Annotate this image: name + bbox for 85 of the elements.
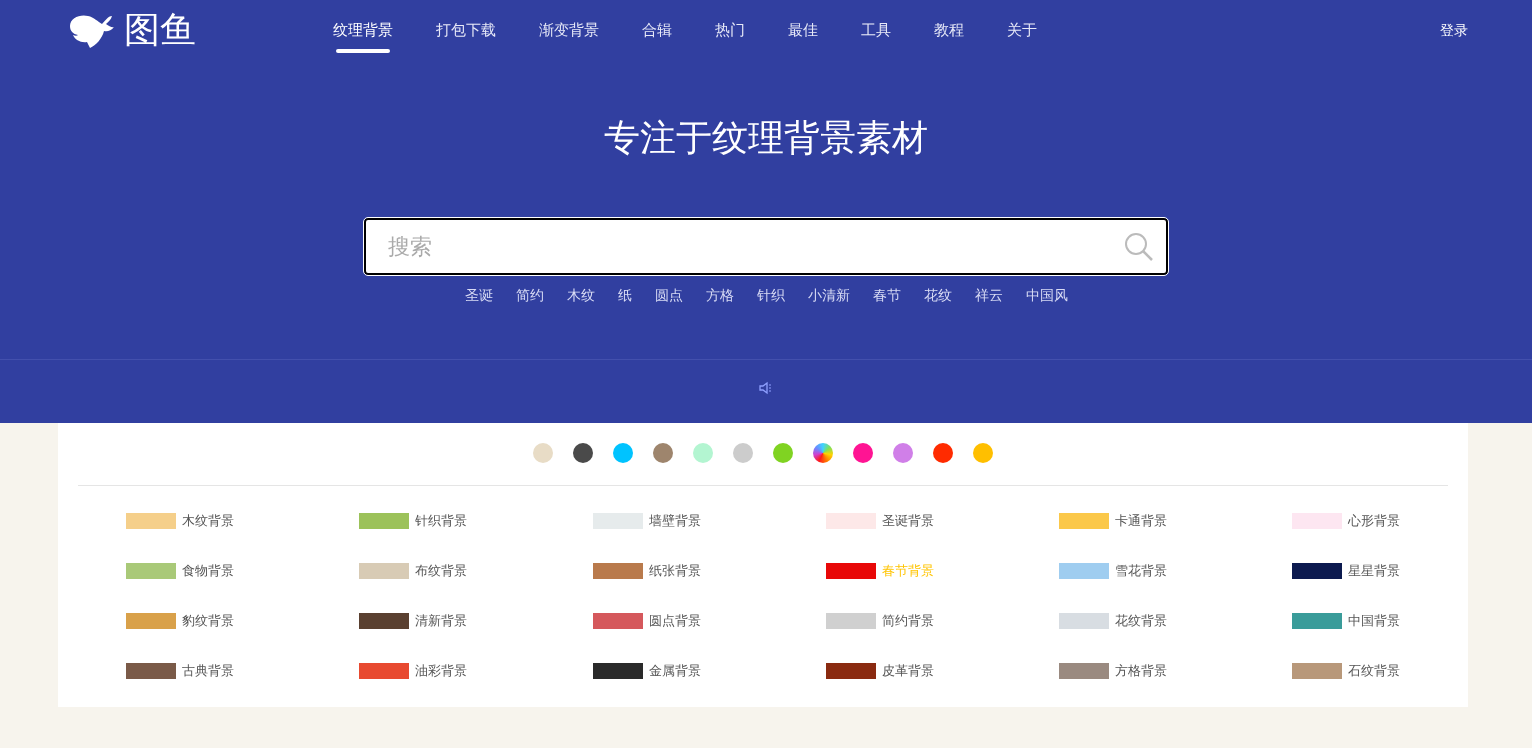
category-link[interactable]: 针织背景 bbox=[415, 511, 468, 531]
category-link[interactable]: 心形背景 bbox=[1348, 511, 1401, 531]
color-dot[interactable] bbox=[853, 443, 873, 463]
tag-link[interactable]: 木纹 bbox=[566, 285, 595, 306]
category-link[interactable]: 皮革背景 bbox=[881, 661, 934, 681]
tag-link[interactable]: 小清新 bbox=[807, 285, 850, 306]
category-link[interactable]: 墙壁背景 bbox=[648, 511, 701, 531]
category-link[interactable]: 方格背景 bbox=[1115, 661, 1168, 681]
texture-thumbnail[interactable] bbox=[1292, 513, 1343, 529]
category-link[interactable]: 木纹背景 bbox=[182, 511, 234, 531]
category-link[interactable]: 圆点背景 bbox=[648, 611, 701, 631]
search-bar[interactable]: 搜索 bbox=[364, 218, 1168, 275]
tag-link[interactable]: 春节 bbox=[872, 285, 901, 306]
category-link[interactable]: 金属背景 bbox=[648, 661, 701, 681]
texture-thumbnail[interactable] bbox=[592, 513, 643, 529]
tag-link[interactable]: 祥云 bbox=[974, 285, 1003, 306]
texture-thumbnail[interactable] bbox=[1059, 613, 1110, 629]
category-link[interactable]: 星星背景 bbox=[1348, 561, 1401, 581]
color-dot[interactable] bbox=[733, 443, 753, 463]
color-dot[interactable] bbox=[613, 443, 633, 463]
texture-thumbnail[interactable] bbox=[126, 563, 176, 579]
tag-link[interactable]: 圣诞 bbox=[464, 285, 493, 306]
nav-link[interactable]: 渐变背景 bbox=[539, 7, 599, 53]
texture-thumbnail[interactable] bbox=[825, 663, 876, 679]
texture-thumbnail[interactable] bbox=[825, 613, 876, 629]
category-link[interactable]: 卡通背景 bbox=[1115, 511, 1168, 531]
texture-thumbnail[interactable] bbox=[359, 663, 410, 679]
nav-link[interactable]: 关于 bbox=[1007, 7, 1037, 53]
login-link[interactable]: 登录 bbox=[1440, 19, 1468, 41]
speaker-icon bbox=[759, 381, 773, 395]
color-dot[interactable] bbox=[693, 443, 713, 463]
category-link[interactable]: 食物背景 bbox=[182, 561, 234, 581]
color-dot[interactable] bbox=[573, 443, 593, 463]
tag-link[interactable]: 方格 bbox=[705, 285, 734, 306]
category-link[interactable]: 简约背景 bbox=[881, 611, 934, 631]
texture-thumbnail[interactable] bbox=[1292, 613, 1343, 629]
category-link[interactable]: 清新背景 bbox=[415, 611, 468, 631]
nav-link[interactable]: 教程 bbox=[934, 7, 964, 53]
texture-thumbnail[interactable] bbox=[1059, 563, 1110, 579]
nav-link[interactable]: 最佳 bbox=[788, 7, 818, 53]
texture-thumbnail[interactable] bbox=[1059, 513, 1110, 529]
tag-link[interactable]: 花纹 bbox=[923, 285, 952, 306]
tag-link[interactable]: 中国风 bbox=[1025, 285, 1068, 306]
texture-thumbnail[interactable] bbox=[126, 663, 176, 679]
color-dot[interactable] bbox=[653, 443, 673, 463]
color-dot[interactable] bbox=[933, 443, 953, 463]
category-link[interactable]: 古典背景 bbox=[182, 661, 234, 681]
texture-thumbnail[interactable] bbox=[592, 563, 643, 579]
nav-link[interactable]: 工具 bbox=[861, 7, 891, 53]
color-dot[interactable] bbox=[773, 443, 793, 463]
texture-thumbnail[interactable] bbox=[126, 513, 176, 529]
color-dot[interactable] bbox=[973, 443, 993, 463]
nav-link[interactable]: 热门 bbox=[715, 7, 745, 53]
category-link[interactable]: 油彩背景 bbox=[415, 661, 468, 681]
texture-thumbnail[interactable] bbox=[592, 613, 643, 629]
logo-text[interactable]: 图鱼 bbox=[124, 12, 196, 48]
tag-link[interactable]: 圆点 bbox=[654, 285, 683, 306]
category-link[interactable]: 雪花背景 bbox=[1115, 561, 1168, 581]
texture-thumbnail[interactable] bbox=[1059, 663, 1110, 679]
color-dot[interactable] bbox=[893, 443, 913, 463]
category-link[interactable]: 石纹背景 bbox=[1348, 661, 1401, 681]
color-dot[interactable] bbox=[533, 443, 553, 463]
category-link[interactable]: 花纹背景 bbox=[1115, 611, 1168, 631]
category-link[interactable]: 纸张背景 bbox=[648, 561, 701, 581]
texture-thumbnail[interactable] bbox=[126, 613, 176, 629]
hero-title: 专注于纹理背景素材 bbox=[603, 120, 929, 156]
category-link[interactable]: 布纹背景 bbox=[415, 561, 468, 581]
nav-link[interactable]: 打包下载 bbox=[436, 7, 496, 53]
multicolor-dot[interactable] bbox=[813, 443, 833, 463]
texture-thumbnail[interactable] bbox=[359, 563, 410, 579]
tag-link[interactable]: 针织 bbox=[756, 285, 785, 306]
nav-link[interactable]: 纹理背景 bbox=[333, 7, 393, 53]
search-icon[interactable] bbox=[1124, 231, 1154, 262]
category-link[interactable]: 豹纹背景 bbox=[182, 611, 234, 631]
texture-thumbnail[interactable] bbox=[1292, 563, 1343, 579]
category-link[interactable]: 中国背景 bbox=[1348, 611, 1401, 631]
tag-link[interactable]: 纸 bbox=[617, 285, 632, 306]
tag-link[interactable]: 简约 bbox=[515, 285, 544, 306]
texture-thumbnail[interactable] bbox=[825, 563, 876, 579]
texture-thumbnail[interactable] bbox=[359, 513, 410, 529]
nav-link[interactable]: 合辑 bbox=[642, 7, 672, 53]
category-link[interactable]: 圣诞背景 bbox=[881, 511, 934, 531]
texture-thumbnail[interactable] bbox=[1292, 663, 1343, 679]
texture-thumbnail[interactable] bbox=[359, 613, 410, 629]
texture-thumbnail[interactable] bbox=[592, 663, 643, 679]
